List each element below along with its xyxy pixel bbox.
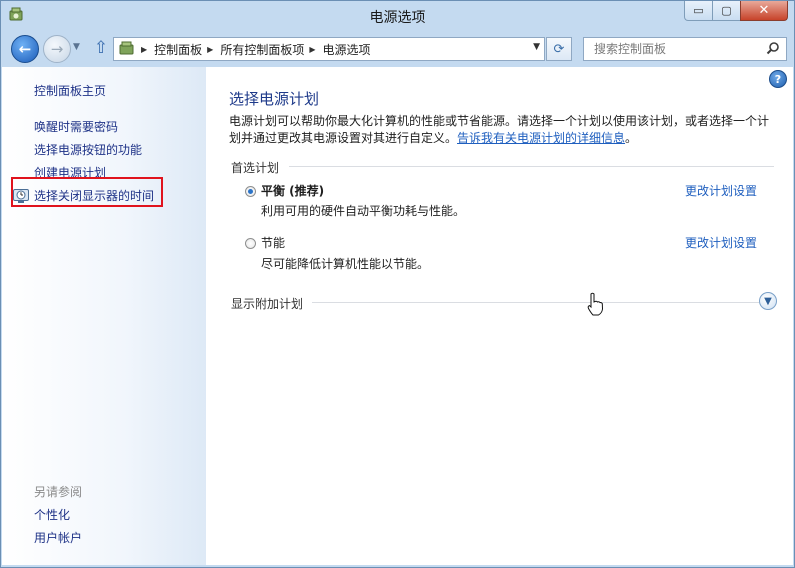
- divider: [312, 302, 759, 303]
- window-controls: ▭ ▢ ✕: [684, 1, 788, 21]
- see-also-heading: 另请参阅: [34, 485, 83, 499]
- breadcrumb-all-items[interactable]: 所有控制面板项: [220, 41, 304, 58]
- breadcrumb-separator-icon[interactable]: ▶: [141, 45, 147, 54]
- recent-pages-dropdown[interactable]: ▼: [73, 42, 80, 52]
- power-plan-info-link[interactable]: 告诉我有关电源计划的详细信息: [457, 131, 625, 145]
- up-button[interactable]: ⇧: [91, 37, 111, 59]
- sidebar-item-control-panel-home[interactable]: 控制面板主页: [34, 82, 106, 99]
- breadcrumb-separator-icon[interactable]: ▶: [207, 45, 213, 54]
- maximize-icon: ▢: [721, 4, 732, 17]
- preferred-plans-label: 首选计划: [231, 161, 280, 175]
- change-power-saver-settings-link[interactable]: 更改计划设置: [685, 234, 757, 251]
- address-bar[interactable]: ▶ 控制面板 ▶ 所有控制面板项 ▶ 电源选项 ▼: [113, 37, 545, 61]
- title-bar[interactable]: 电源选项 ▭ ▢ ✕: [1, 1, 794, 31]
- sidebar-item-personalization[interactable]: 个性化: [34, 506, 70, 523]
- expand-additional-plans-button[interactable]: ▼: [759, 292, 777, 310]
- forward-button[interactable]: →: [43, 35, 71, 63]
- left-navigation-pane: 控制面板主页 唤醒时需要密码 选择电源按钮的功能 创建电源计划 选择关闭显示器的…: [2, 67, 206, 565]
- control-panel-icon: [119, 41, 134, 55]
- plan-power-saver-description: 尽可能降低计算机性能以节能。: [261, 257, 430, 271]
- forward-arrow-icon: →: [50, 40, 64, 58]
- back-arrow-icon: ←: [18, 40, 32, 58]
- chevron-down-icon: ▼: [764, 295, 772, 307]
- breadcrumb-power-options[interactable]: 电源选项: [323, 41, 371, 58]
- plan-power-saver-radio[interactable]: [245, 238, 256, 249]
- breadcrumb-separator-icon[interactable]: ▶: [309, 45, 315, 54]
- up-arrow-icon: ⇧: [93, 38, 109, 58]
- address-dropdown-icon[interactable]: ▼: [533, 42, 540, 52]
- refresh-button[interactable]: ⟳: [546, 37, 572, 61]
- plan-balanced-description: 利用可用的硬件自动平衡功耗与性能。: [261, 204, 466, 218]
- description-end: 。: [625, 131, 638, 145]
- highlight-box: [11, 177, 163, 207]
- plan-balanced-name[interactable]: 平衡 (推荐): [261, 182, 324, 199]
- hand-cursor-icon: [587, 292, 604, 316]
- search-box[interactable]: [583, 37, 787, 61]
- show-additional-plans-label[interactable]: 显示附加计划: [231, 295, 303, 312]
- plan-power-saver-name[interactable]: 节能: [261, 234, 285, 251]
- minimize-button[interactable]: ▭: [684, 1, 713, 21]
- navigation-bar: ← → ▼ ⇧ ▶ 控制面板 ▶ 所有控制面板项 ▶ 电源选项 ▼ ⟳: [1, 33, 794, 65]
- page-title: 选择电源计划: [229, 90, 320, 108]
- breadcrumb-control-panel[interactable]: 控制面板: [154, 41, 202, 58]
- search-icon[interactable]: [766, 41, 780, 55]
- page-description: 电源计划可以帮助你最大化计算机的性能或节省能源。请选择一个计划以使用该计划，或者…: [229, 113, 774, 147]
- close-icon: ✕: [758, 3, 770, 18]
- refresh-icon: ⟳: [553, 41, 565, 57]
- plan-balanced-radio[interactable]: [245, 186, 256, 197]
- sidebar-item-user-accounts[interactable]: 用户帐户: [34, 529, 82, 546]
- change-balanced-settings-link[interactable]: 更改计划设置: [685, 182, 757, 199]
- back-button[interactable]: ←: [11, 35, 39, 63]
- help-icon[interactable]: ?: [769, 70, 787, 88]
- power-options-window: 电源选项 ▭ ▢ ✕ ← → ▼ ⇧ ▶ 控制面板 ▶ 所有控制面板项 ▶ 电源…: [0, 0, 795, 568]
- sidebar-item-power-button[interactable]: 选择电源按钮的功能: [34, 141, 142, 158]
- close-button[interactable]: ✕: [740, 1, 788, 21]
- content-area: 控制面板主页 唤醒时需要密码 选择电源按钮的功能 创建电源计划 选择关闭显示器的…: [2, 67, 793, 565]
- window-title: 电源选项: [369, 10, 426, 26]
- sidebar-item-require-password[interactable]: 唤醒时需要密码: [34, 118, 118, 135]
- chevron-down-icon: ▼: [73, 42, 80, 52]
- divider: [289, 166, 774, 167]
- search-input[interactable]: [592, 38, 766, 60]
- maximize-button[interactable]: ▢: [712, 1, 741, 21]
- minimize-icon: ▭: [693, 4, 704, 17]
